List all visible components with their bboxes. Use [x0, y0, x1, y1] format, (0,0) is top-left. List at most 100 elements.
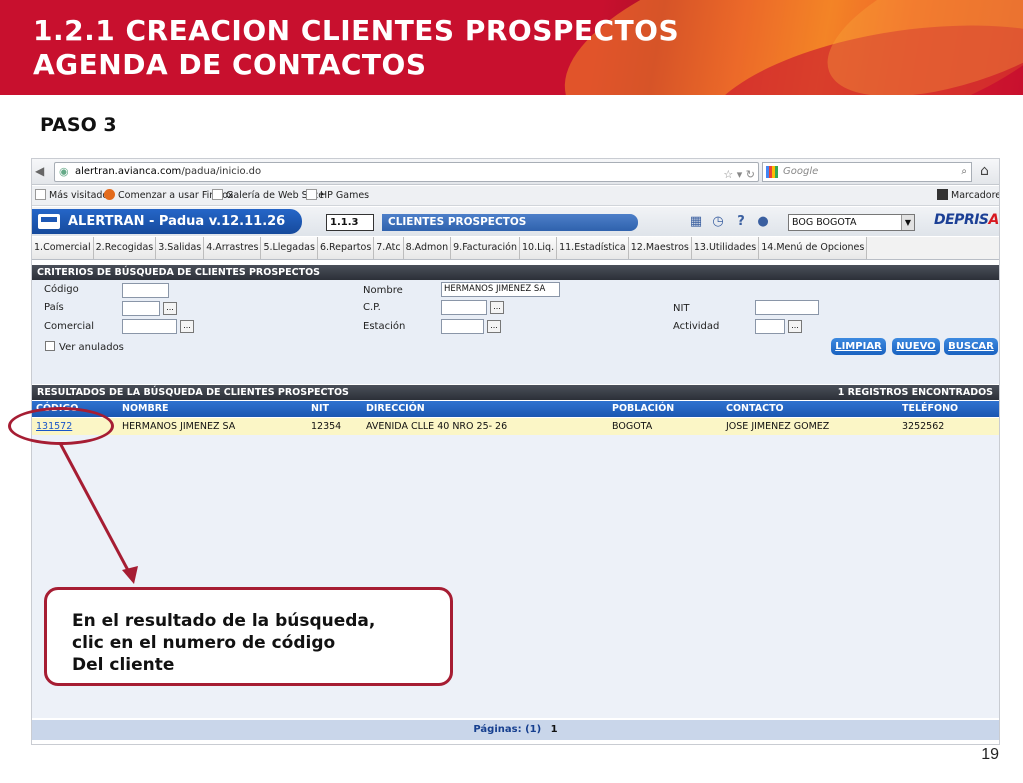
col-telefono[interactable]: TELÉFONO — [902, 401, 958, 417]
cell-telefono: 3252562 — [902, 421, 945, 432]
page-number: 19 — [981, 746, 999, 763]
user-icon[interactable]: ● — [754, 213, 772, 231]
pagination: Páginas: (1) 1 — [32, 720, 999, 740]
pais-field[interactable] — [122, 301, 160, 316]
help-icon[interactable]: ? — [732, 213, 750, 231]
calendar-icon[interactable]: ▦ — [687, 213, 705, 231]
reload-icon[interactable]: ↻ — [746, 168, 755, 181]
nit-field[interactable] — [755, 300, 819, 315]
highlight-ellipse — [8, 407, 114, 445]
pais-lookup-button[interactable]: ... — [163, 302, 177, 315]
nombre-label: Nombre — [363, 285, 403, 296]
nombre-field[interactable]: HERMANOS JIMENEZ SA — [441, 282, 560, 297]
bookmarks-menu[interactable]: Marcadores — [937, 186, 999, 206]
cell-poblacion: BOGOTA — [612, 421, 653, 432]
actividad-field[interactable] — [755, 319, 785, 334]
office-select[interactable]: BOG BOGOTA ▼ — [788, 214, 915, 231]
codigo-field[interactable] — [122, 283, 169, 298]
back-icon[interactable]: ◀ — [35, 164, 44, 178]
title-banner: 1.2.1 CREACION CLIENTES PROSPECTOS AGENDA… — [0, 0, 1023, 95]
url-field[interactable]: ◉ alertran.avianca.com/padua/inicio.do ☆… — [54, 162, 759, 182]
page-icon — [306, 189, 317, 200]
globe-icon: ◉ — [59, 165, 69, 178]
col-nit[interactable]: NIT — [311, 401, 329, 417]
instruction-callout: En el resultado de la búsqueda, clic en … — [44, 587, 453, 686]
cp-lookup-button[interactable]: ... — [490, 301, 504, 314]
tab-recogidas[interactable]: 2.Recogidas — [93, 237, 157, 259]
col-contacto[interactable]: CONTACTO — [726, 401, 784, 417]
callout-line: Del cliente — [72, 655, 175, 675]
tab-arrastres[interactable]: 4.Arrastres — [204, 237, 262, 259]
estacion-lookup-button[interactable]: ... — [487, 320, 501, 333]
office-value: BOG BOGOTA — [792, 217, 857, 228]
browser-toolbar: ◀ ◉ alertran.avianca.com/padua/inicio.do… — [32, 159, 999, 185]
step-label: PASO 3 — [40, 114, 117, 136]
bookmarks-menu-label: Marcadores — [951, 190, 999, 201]
tab-utilidades[interactable]: 13.Utilidades — [691, 237, 760, 259]
app-title: ALERTRAN - Padua v.12.11.26 — [68, 214, 286, 229]
estacion-field[interactable] — [441, 319, 484, 334]
search-input[interactable]: Google ⌕ — [762, 162, 972, 182]
pais-label: País — [44, 302, 64, 313]
nuevo-button[interactable]: NUEVO — [892, 338, 940, 355]
codigo-label: Código — [44, 284, 79, 295]
estacion-label: Estación — [363, 321, 406, 332]
callout-line: En el resultado de la búsqueda, — [72, 611, 376, 631]
comercial-lookup-button[interactable]: ... — [180, 320, 194, 333]
tab-liq[interactable]: 10.Liq. — [520, 237, 558, 259]
tab-admon[interactable]: 8.Admon — [403, 237, 452, 259]
home-icon[interactable]: ⌂ — [980, 163, 989, 179]
star-icon[interactable]: ☆ — [723, 168, 733, 181]
chevron-down-icon[interactable]: ▼ — [901, 215, 914, 230]
col-direccion[interactable]: DIRECCIÓN — [366, 401, 425, 417]
clock-icon[interactable]: ◷ — [709, 213, 727, 231]
tab-repartos[interactable]: 6.Repartos — [317, 237, 375, 259]
slide: 1.2.1 CREACION CLIENTES PROSPECTOS AGENDA… — [0, 0, 1023, 783]
pages-label: Páginas: (1) — [473, 724, 542, 735]
cell-nombre: HERMANOS JIMENEZ SA — [122, 421, 236, 432]
results-title: RESULTADOS DE LA BÚSQUEDA DE CLIENTES PR… — [37, 387, 349, 398]
tab-menu-opciones[interactable]: 14.Menú de Opciones — [759, 237, 868, 259]
tab-maestros[interactable]: 12.Maestros — [628, 237, 692, 259]
ver-anulados-checkbox[interactable] — [45, 341, 55, 351]
limpiar-button[interactable]: LIMPIAR — [831, 338, 886, 355]
callout-line: clic en el numero de código — [72, 633, 336, 653]
menu-title: CLIENTES PROSPECTOS — [382, 214, 638, 231]
table-row[interactable]: 131572 HERMANOS JIMENEZ SA 12354 AVENIDA… — [32, 418, 999, 435]
tab-atc[interactable]: 7.Atc — [374, 237, 404, 259]
tab-comercial[interactable]: 1.Comercial — [32, 237, 94, 259]
url-host: alertran.avianca.com — [75, 166, 182, 177]
slide-title: 1.2.1 CREACION CLIENTES PROSPECTOS AGENDA… — [33, 14, 679, 82]
search-icon[interactable]: ⌕ — [961, 163, 967, 181]
tab-llegadas[interactable]: 5.Llegadas — [261, 237, 318, 259]
col-poblacion[interactable]: POBLACIÓN — [612, 401, 674, 417]
bookmarks-bar: Más visitados Comenzar a usar Firefox Ga… — [32, 186, 999, 206]
bookmark-hp-games[interactable]: HP Games — [306, 186, 369, 206]
comercial-label: Comercial — [44, 321, 95, 332]
cell-contacto: JOSE JIMENEZ GOMEZ — [726, 421, 830, 432]
cp-field[interactable] — [441, 300, 487, 315]
col-nombre[interactable]: NOMBRE — [122, 401, 169, 417]
app-header: ALERTRAN - Padua v.12.11.26 1.1.3 CLIENT… — [32, 207, 999, 236]
menu-code-input[interactable]: 1.1.3 — [326, 214, 374, 231]
page-link-1[interactable]: 1 — [551, 724, 558, 735]
tab-facturacion[interactable]: 9.Facturación — [451, 237, 520, 259]
results-header: RESULTADOS DE LA BÚSQUEDA DE CLIENTES PR… — [32, 385, 999, 400]
tab-salidas[interactable]: 3.Salidas — [156, 237, 205, 259]
actividad-lookup-button[interactable]: ... — [788, 320, 802, 333]
buscar-button[interactable]: BUSCAR — [944, 338, 998, 355]
criteria-header: CRITERIOS DE BÚSQUEDA DE CLIENTES PROSPE… — [32, 265, 999, 280]
bookmark-mas-visitados[interactable]: Más visitados — [35, 186, 113, 206]
bookmark-label: HP Games — [320, 190, 370, 201]
slide-title-line2: AGENDA DE CONTACTOS — [33, 48, 427, 81]
brand-logo-accent: A — [988, 212, 999, 228]
bus-icon — [38, 214, 60, 229]
module-tabs: 1.Comercial 2.Recogidas 3.Salidas 4.Arra… — [32, 237, 999, 260]
brand-logo: DEPRISA — [934, 212, 999, 228]
tab-estadistica[interactable]: 11.Estadística — [557, 237, 629, 259]
cp-label: C.P. — [363, 302, 381, 313]
comercial-field[interactable] — [122, 319, 177, 334]
actividad-label: Actividad — [673, 321, 720, 332]
dropdown-icon[interactable]: ▾ — [737, 168, 743, 181]
bookmark-icon — [35, 189, 46, 200]
